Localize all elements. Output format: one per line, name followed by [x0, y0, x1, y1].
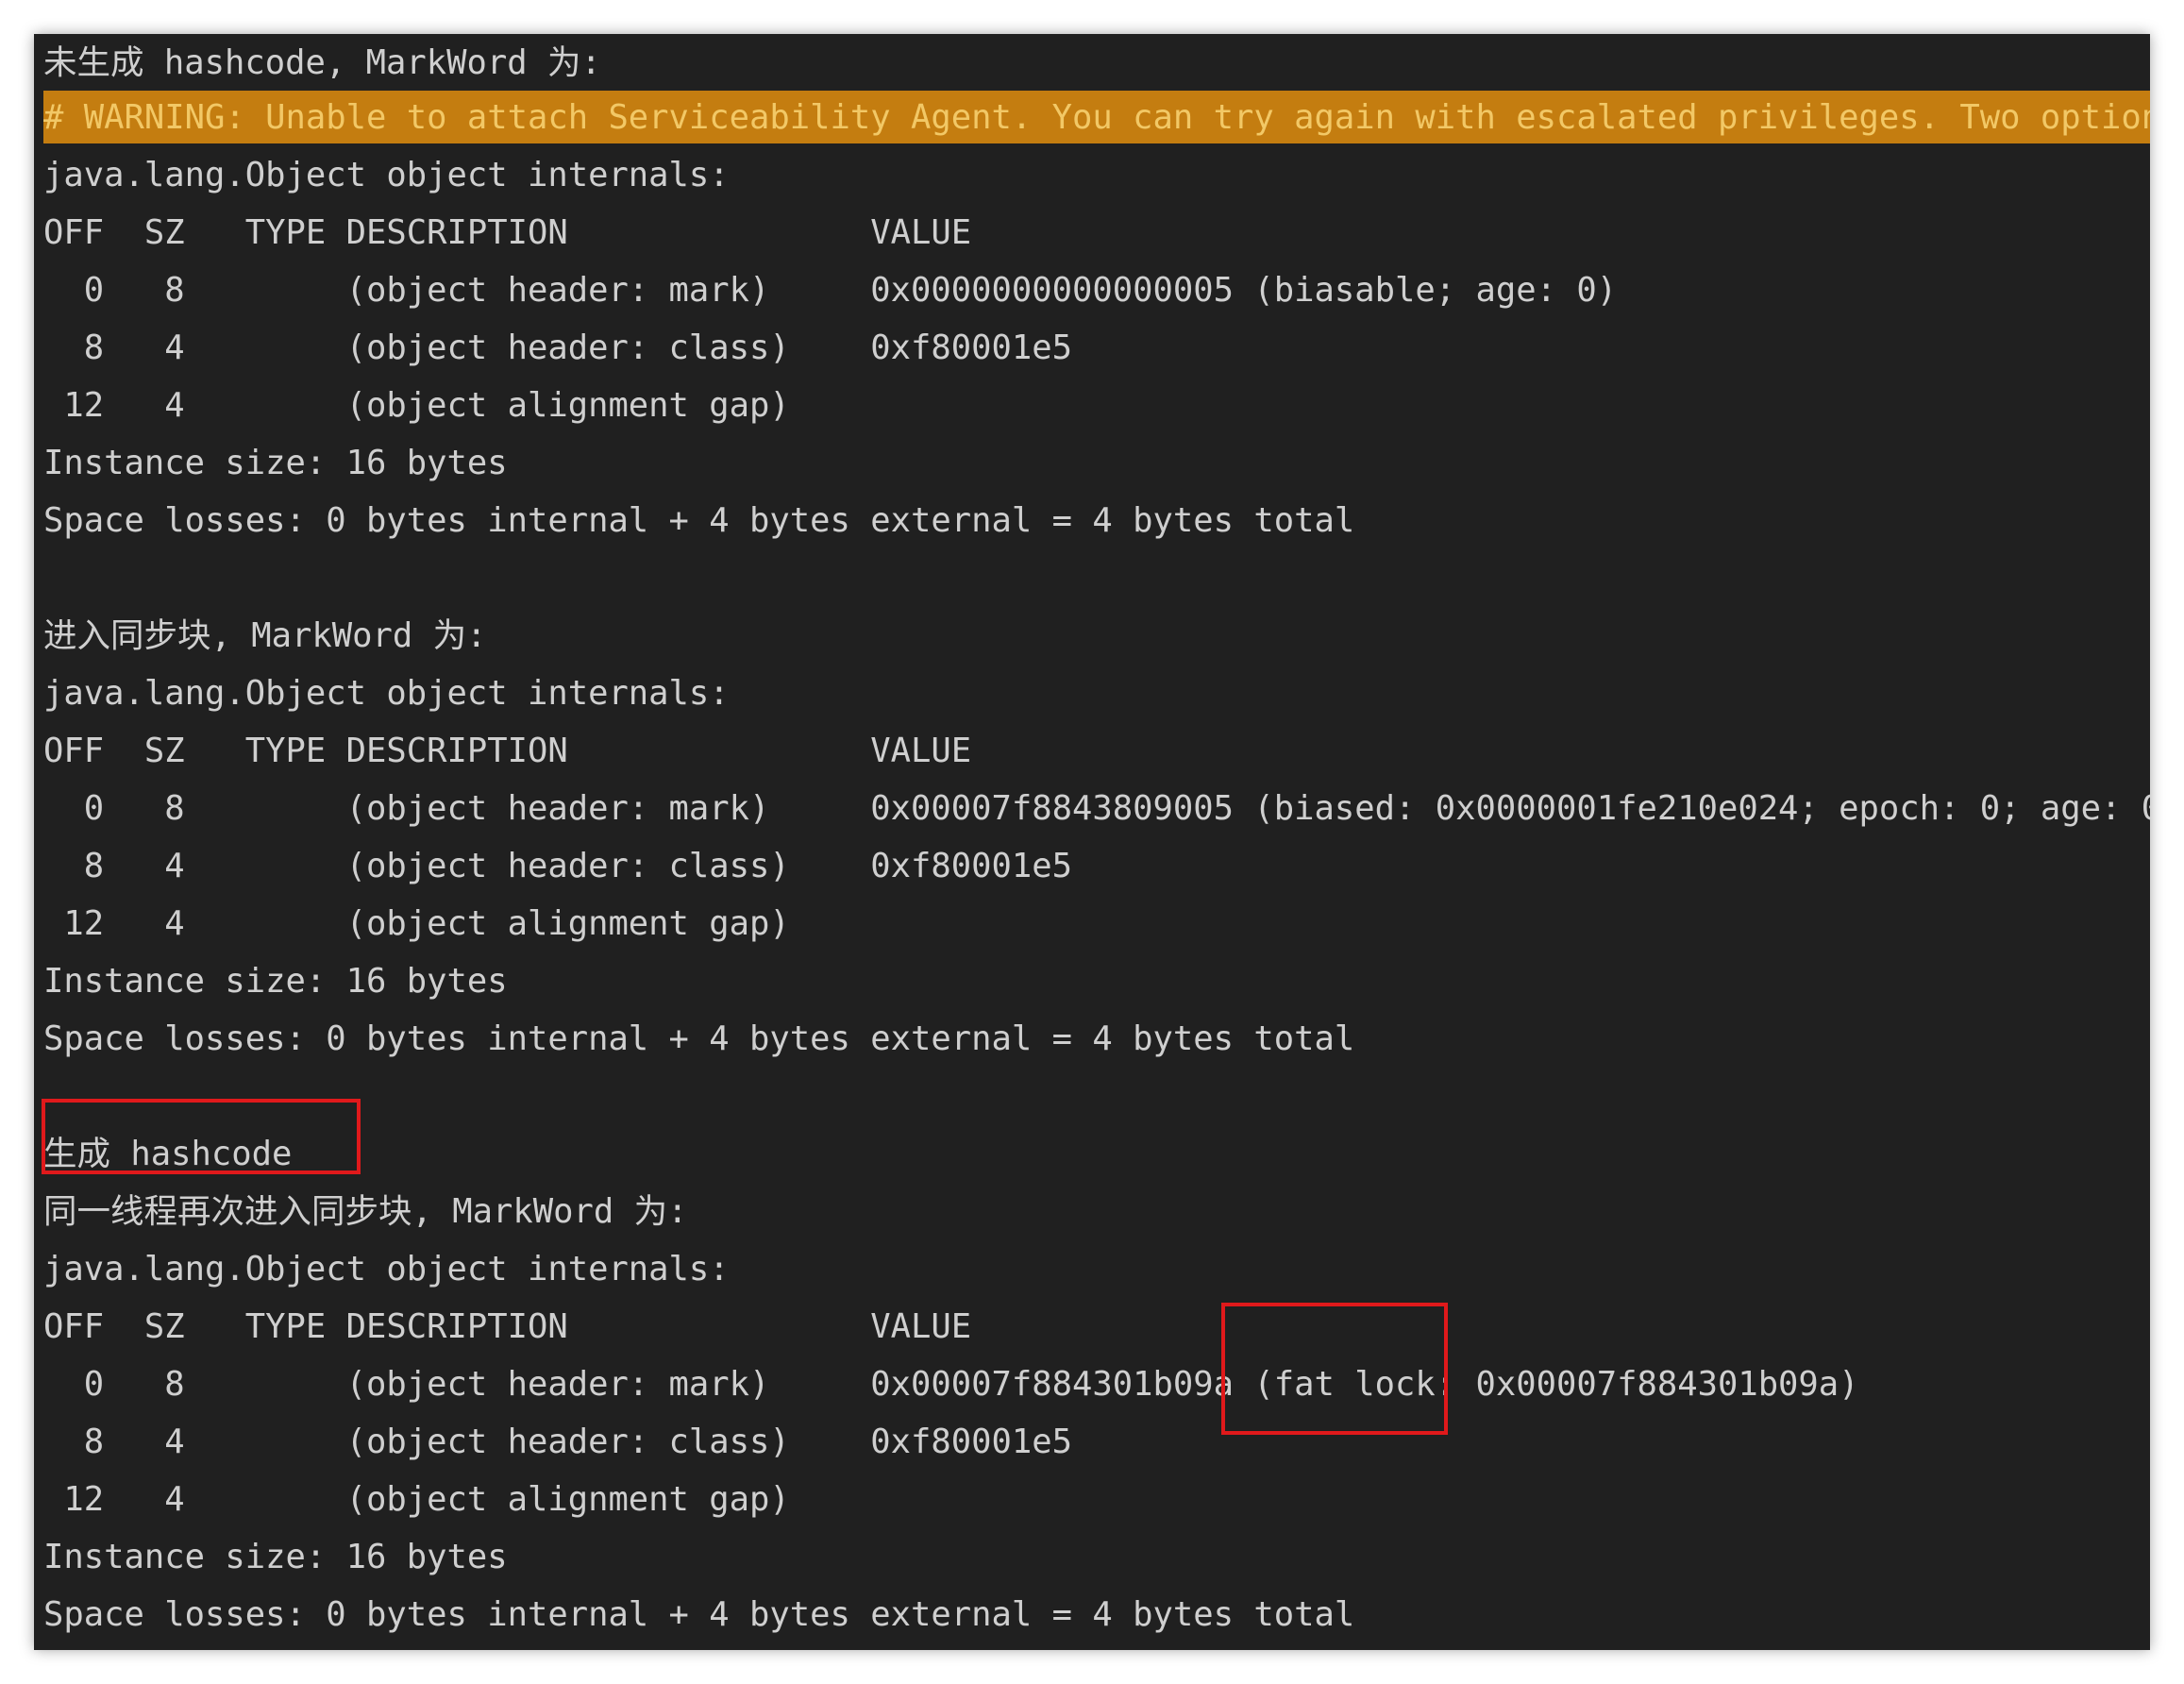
object-internals-heading: java.lang.Object object internals:	[43, 674, 730, 713]
space-losses-line: Space losses: 0 bytes internal + 4 bytes…	[43, 1595, 1355, 1634]
warning-line: # WARNING: Unable to attach Serviceabili…	[43, 98, 2150, 137]
section-heading-reenter-sync: 同一线程再次进入同步块, MarkWord 为:	[43, 1192, 688, 1231]
console-output: 未生成 hashcode, MarkWord 为: # WARNING: Una…	[34, 34, 2150, 1650]
generate-hashcode-highlight-box	[42, 1099, 361, 1174]
object-internals-heading: java.lang.Object object internals:	[43, 156, 730, 194]
table-row-alignment-gap: 12 4 (object alignment gap)	[43, 904, 790, 943]
instance-size-line: Instance size: 16 bytes	[43, 444, 508, 482]
table-row-alignment-gap: 12 4 (object alignment gap)	[43, 386, 790, 425]
screenshot-frame: 未生成 hashcode, MarkWord 为: # WARNING: Una…	[0, 0, 2184, 1684]
table-row-class: 8 4 (object header: class) 0xf80001e5	[43, 847, 1073, 885]
fat-lock-highlight-box	[1221, 1303, 1448, 1435]
space-losses-line: Space losses: 0 bytes internal + 4 bytes…	[43, 501, 1355, 540]
table-row-alignment-gap: 12 4 (object alignment gap)	[43, 1480, 790, 1519]
object-internals-heading: java.lang.Object object internals:	[43, 1250, 730, 1288]
table-row-class: 8 4 (object header: class) 0xf80001e5	[43, 328, 1073, 367]
table-row-mark: 0 8 (object header: mark) 0x00007f884301…	[43, 1365, 1859, 1404]
space-losses-line: Space losses: 0 bytes internal + 4 bytes…	[43, 1019, 1355, 1058]
table-row-class: 8 4 (object header: class) 0xf80001e5	[43, 1423, 1073, 1461]
table-row-mark: 0 8 (object header: mark) 0x00007f884380…	[43, 789, 2150, 828]
table-header: OFF SZ TYPE DESCRIPTION VALUE	[43, 1307, 972, 1346]
instance-size-line: Instance size: 16 bytes	[43, 962, 508, 1001]
section-heading-no-hashcode: 未生成 hashcode, MarkWord 为:	[43, 43, 601, 82]
section-heading-enter-sync: 进入同步块, MarkWord 为:	[43, 616, 487, 655]
table-header: OFF SZ TYPE DESCRIPTION VALUE	[43, 732, 972, 770]
table-row-mark: 0 8 (object header: mark) 0x000000000000…	[43, 271, 1618, 310]
instance-size-line: Instance size: 16 bytes	[43, 1538, 508, 1576]
table-header: OFF SZ TYPE DESCRIPTION VALUE	[43, 213, 972, 252]
